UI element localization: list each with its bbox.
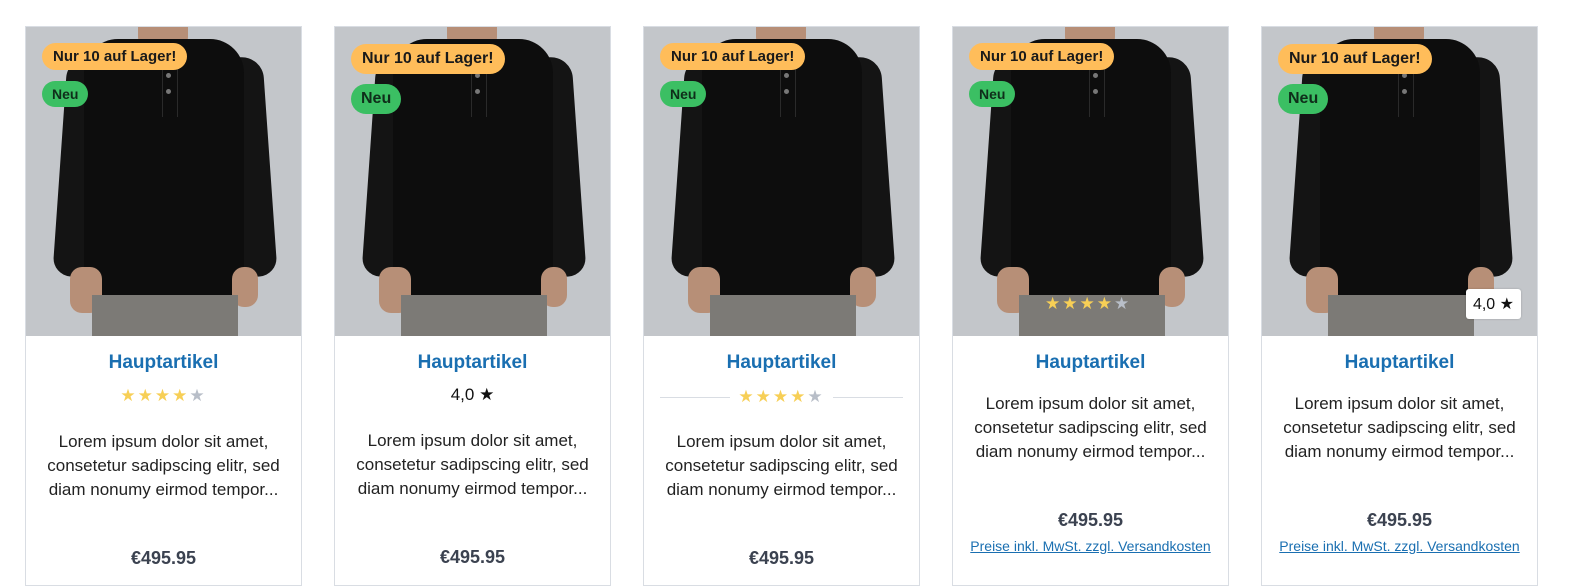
product-image[interactable]: Nur 10 auf Lager! Neu: [644, 27, 919, 336]
product-title-link[interactable]: Hauptartikel: [644, 352, 919, 374]
product-image[interactable]: Nur 10 auf Lager! Neu: [26, 27, 301, 336]
star-icon: ★: [1499, 296, 1514, 313]
new-badge: Neu: [660, 81, 707, 107]
rating-summary: 4,0 ★: [335, 385, 610, 407]
new-badge: Neu: [42, 81, 89, 107]
star-icon: ★★★★: [1045, 294, 1114, 313]
product-card[interactable]: Nur 10 auf Lager! Neu Hauptartikel ★★★★★…: [25, 26, 302, 586]
stock-badge: Nur 10 auf Lager!: [351, 44, 505, 74]
product-card[interactable]: Nur 10 auf Lager! Neu Hauptartikel 4,0 ★…: [334, 26, 611, 586]
product-image[interactable]: Nur 10 auf Lager! Neu: [335, 27, 610, 336]
stock-badge: Nur 10 auf Lager!: [42, 43, 188, 70]
new-badge: Neu: [351, 84, 402, 114]
product-description: Lorem ipsum dolor sit amet, consetetur s…: [665, 432, 898, 499]
image-rating-stars: ★★★★★: [1045, 294, 1131, 314]
product-price: €495.95: [1366, 510, 1433, 530]
product-card[interactable]: Nur 10 auf Lager! Neu ★★★★★ Hauptartikel…: [952, 26, 1229, 586]
product-card[interactable]: Nur 10 auf Lager! Neu Hauptartikel ★★★★★…: [643, 26, 920, 586]
product-description: Lorem ipsum dolor sit amet, consetetur s…: [1283, 394, 1516, 461]
product-description: Lorem ipsum dolor sit amet, consetetur s…: [356, 431, 589, 498]
product-price: €495.95: [439, 547, 506, 567]
star-empty-icon: ★: [1113, 294, 1132, 313]
rating-stars: ★★★★★: [26, 386, 301, 408]
stock-badge: Nur 10 auf Lager!: [969, 43, 1115, 70]
product-price: €495.95: [1057, 510, 1124, 530]
stock-badge: Nur 10 auf Lager!: [660, 43, 806, 70]
product-price: €495.95: [130, 548, 197, 568]
star-icon: ★★★★: [738, 387, 808, 406]
product-title-link[interactable]: Hauptartikel: [335, 352, 610, 374]
divider-line: [660, 396, 731, 398]
rating-stars-divider: ★★★★★: [660, 386, 903, 408]
star-icon: ★★★★: [120, 386, 190, 405]
product-image[interactable]: Nur 10 auf Lager! Neu ★★★★★: [953, 27, 1228, 336]
product-title-link[interactable]: Hauptartikel: [26, 352, 301, 374]
product-card[interactable]: Nur 10 auf Lager! Neu 4,0 ★ Hauptartikel…: [1261, 26, 1538, 586]
rating-value: 4,0: [450, 385, 475, 404]
star-empty-icon: ★: [807, 387, 825, 406]
star-icon: ★: [479, 385, 495, 404]
divider-line: [832, 396, 903, 398]
rating-value: 4,0: [1472, 296, 1496, 313]
tax-shipping-link[interactable]: Preise inkl. MwSt. zzgl. Versandkosten: [1262, 537, 1537, 556]
tax-shipping-link[interactable]: Preise inkl. MwSt. zzgl. Versandkosten: [953, 537, 1228, 556]
star-empty-icon: ★: [189, 386, 207, 405]
product-image[interactable]: Nur 10 auf Lager! Neu 4,0 ★: [1262, 27, 1537, 336]
new-badge: Neu: [969, 81, 1016, 107]
product-title-link[interactable]: Hauptartikel: [1262, 352, 1537, 374]
product-price: €495.95: [748, 548, 815, 568]
product-grid: Nur 10 auf Lager! Neu Hauptartikel ★★★★★…: [0, 0, 1574, 586]
product-description: Lorem ipsum dolor sit amet, consetetur s…: [974, 394, 1207, 461]
product-description: Lorem ipsum dolor sit amet, consetetur s…: [47, 432, 280, 499]
image-rating-chip: 4,0 ★: [1465, 289, 1521, 319]
stock-badge: Nur 10 auf Lager!: [1278, 44, 1432, 74]
product-title-link[interactable]: Hauptartikel: [953, 352, 1228, 374]
new-badge: Neu: [1278, 84, 1329, 114]
